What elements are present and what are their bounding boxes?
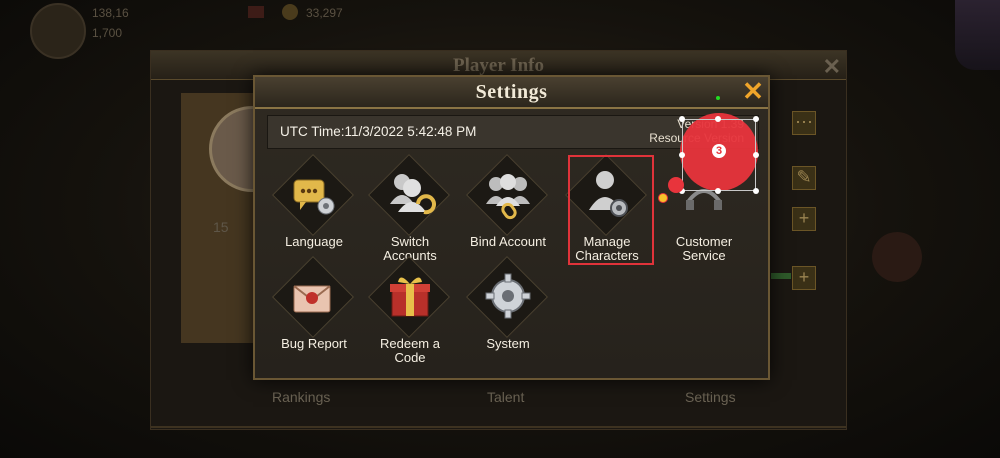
switch-accounts-button[interactable]: Switch Accounts [360, 153, 460, 263]
chest-icon[interactable] [248, 6, 264, 18]
player-stat: 15 [213, 219, 229, 235]
tab-talent[interactable]: Talent [487, 389, 524, 405]
settings-header: Settings ✕ [255, 77, 768, 109]
resize-handle[interactable] [715, 116, 721, 122]
resize-handle[interactable] [753, 116, 759, 122]
bug-report-button[interactable]: Bug Report [264, 255, 364, 357]
bind-account-label: Bind Account [470, 234, 546, 249]
rotate-handle[interactable] [716, 96, 720, 100]
language-button[interactable]: Language [264, 153, 364, 255]
hud-avatar[interactable] [30, 3, 86, 59]
customer-service-label: Customer Service [675, 234, 733, 263]
highlight-box [568, 155, 654, 265]
resize-handle[interactable] [753, 188, 759, 194]
resize-handle[interactable] [715, 188, 721, 194]
redeem-code-button[interactable]: Redeem a Code [360, 255, 460, 365]
redeem-code-label: Redeem a Code [380, 336, 440, 365]
redeem-code-icon [390, 277, 430, 317]
bind-account-icon [486, 174, 530, 220]
system-gear-icon [485, 273, 531, 319]
bind-account-button[interactable]: Bind Account [458, 153, 558, 255]
progress-bar [771, 273, 791, 279]
top-hud: 138,16 1,700 33,297 [0, 0, 1000, 59]
resize-handle[interactable] [679, 152, 685, 158]
add-icon-2[interactable]: + [792, 266, 816, 290]
settings-title: Settings [475, 81, 548, 103]
hud-coins: 33,297 [306, 6, 343, 20]
step-number-badge: 3 [712, 144, 726, 158]
system-button[interactable]: System [458, 255, 558, 357]
hud-power: 138,16 [92, 6, 129, 20]
pointer-marker [658, 193, 668, 203]
close-icon[interactable]: ✕ [740, 78, 766, 104]
hero-portrait-icon [955, 0, 1000, 70]
more-icon[interactable]: ⋯ [792, 111, 816, 135]
switch-accounts-icon [390, 174, 436, 215]
player-info-close-icon[interactable]: ✕ [823, 54, 841, 80]
bug-report-icon [293, 285, 331, 313]
tab-rankings[interactable]: Rankings [272, 389, 330, 405]
divider [151, 426, 846, 428]
edit-icon[interactable]: ✎ [792, 166, 816, 190]
language-label: Language [285, 234, 343, 249]
coin-icon [282, 4, 298, 20]
tab-settings[interactable]: Settings [685, 389, 736, 405]
hud-resource: 1,700 [92, 26, 123, 40]
resize-handle[interactable] [679, 116, 685, 122]
helmet-icon [872, 232, 922, 282]
language-icon [293, 179, 335, 215]
utc-time: UTC Time:11/3/2022 5:42:48 PM [280, 124, 477, 139]
player-info-title: Player Info [453, 55, 544, 76]
resize-handle[interactable] [753, 152, 759, 158]
bug-report-label: Bug Report [281, 336, 347, 351]
system-label: System [486, 336, 530, 351]
add-icon[interactable]: + [792, 207, 816, 231]
annotation-dot [668, 177, 684, 193]
